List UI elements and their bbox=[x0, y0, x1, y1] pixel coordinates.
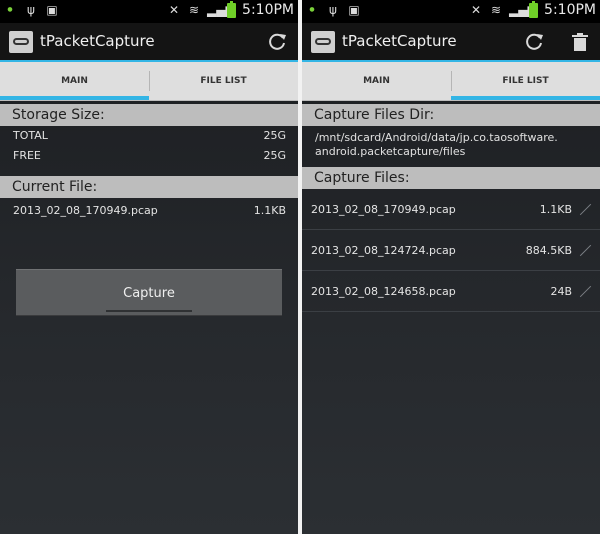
file-size: 24B bbox=[550, 284, 572, 298]
screenshot: ● ψ ▣ ✕ ≋ ▂▄▆ 5:10PM tPacketCapture MAIN bbox=[0, 0, 600, 534]
wifi-icon: ≋ bbox=[189, 3, 200, 17]
storage-row-free: FREE 25G bbox=[0, 146, 298, 166]
list-item[interactable]: 2013_02_08_124658.pcap 24B bbox=[302, 271, 600, 312]
notification-badge-icon: ● bbox=[7, 6, 13, 13]
app-title: tPacketCapture bbox=[40, 32, 155, 50]
list-corner-icon bbox=[580, 285, 592, 297]
app-logo-icon bbox=[9, 31, 33, 53]
tab-main[interactable]: MAIN bbox=[302, 62, 451, 100]
mute-icon: ✕ bbox=[471, 3, 482, 17]
storage-value: 25G bbox=[263, 149, 286, 162]
photo-icon: ▣ bbox=[348, 3, 360, 17]
storage-list: TOTAL 25G FREE 25G bbox=[0, 126, 298, 166]
signal-icon: ▂▄▆ bbox=[207, 3, 235, 17]
usb-icon: ψ bbox=[27, 3, 35, 17]
action-bar: tPacketCapture bbox=[302, 23, 600, 60]
current-file-size: 1.1KB bbox=[253, 204, 286, 217]
battery-icon bbox=[529, 0, 539, 18]
storage-size-header: Storage Size: bbox=[0, 104, 298, 126]
notification-badge-icon: ● bbox=[309, 6, 315, 13]
tab-bar: MAIN FILE LIST bbox=[0, 62, 298, 101]
tab-file-list[interactable]: FILE LIST bbox=[451, 62, 600, 100]
current-file-header: Current File: bbox=[0, 176, 298, 198]
file-name: 2013_02_08_170949.pcap bbox=[311, 202, 456, 216]
file-name: 2013_02_08_124658.pcap bbox=[311, 284, 456, 298]
list-item[interactable]: 2013_02_08_170949.pcap 1.1KB bbox=[302, 189, 600, 230]
clock: 5:10PM bbox=[544, 2, 596, 18]
storage-value: 25G bbox=[263, 129, 286, 142]
file-name: 2013_02_08_124724.pcap bbox=[311, 243, 456, 257]
capture-button-label: Capture bbox=[123, 286, 175, 301]
file-size: 1.1KB bbox=[539, 202, 572, 216]
battery-icon bbox=[227, 0, 237, 18]
tab-bar: MAIN FILE LIST bbox=[302, 62, 600, 101]
capture-button[interactable]: Capture bbox=[16, 269, 282, 316]
phone-main-screen: ● ψ ▣ ✕ ≋ ▂▄▆ 5:10PM tPacketCapture MAIN bbox=[0, 0, 298, 534]
usb-icon: ψ bbox=[329, 3, 337, 17]
signal-icon: ▂▄▆ bbox=[509, 3, 537, 17]
photo-icon: ▣ bbox=[46, 3, 58, 17]
file-size: 884.5KB bbox=[525, 243, 572, 257]
wifi-icon: ≋ bbox=[491, 3, 502, 17]
status-bar: ● ψ ▣ ✕ ≋ ▂▄▆ 5:10PM bbox=[302, 0, 600, 23]
capture-files-list: 2013_02_08_170949.pcap 1.1KB 2013_02_08_… bbox=[302, 189, 600, 312]
capture-dir-header: Capture Files Dir: bbox=[302, 104, 600, 126]
capture-files-header: Capture Files: bbox=[302, 167, 600, 189]
tab-main[interactable]: MAIN bbox=[0, 62, 149, 100]
list-corner-icon bbox=[580, 244, 592, 256]
app-title: tPacketCapture bbox=[342, 32, 457, 50]
capture-dir-path: /mnt/sdcard/Android/data/jp.co.taosoftwa… bbox=[315, 131, 558, 158]
refresh-icon[interactable] bbox=[265, 30, 289, 54]
mute-icon: ✕ bbox=[169, 3, 180, 17]
phone-file-list-screen: ● ψ ▣ ✕ ≋ ▂▄▆ 5:10PM tPacketCapture MAIN… bbox=[302, 0, 600, 534]
list-corner-icon bbox=[580, 203, 592, 215]
button-underline bbox=[106, 310, 192, 312]
current-file-name: 2013_02_08_170949.pcap bbox=[13, 204, 158, 217]
action-bar: tPacketCapture bbox=[0, 23, 298, 60]
storage-label: TOTAL bbox=[13, 129, 48, 142]
current-file-row: 2013_02_08_170949.pcap 1.1KB bbox=[0, 198, 298, 223]
storage-row-total: TOTAL 25G bbox=[0, 126, 298, 146]
list-item[interactable]: 2013_02_08_124724.pcap 884.5KB bbox=[302, 230, 600, 271]
trash-icon[interactable] bbox=[568, 30, 592, 54]
status-bar: ● ψ ▣ ✕ ≋ ▂▄▆ 5:10PM bbox=[0, 0, 298, 23]
app-logo-icon bbox=[311, 31, 335, 53]
clock: 5:10PM bbox=[242, 2, 294, 18]
refresh-icon[interactable] bbox=[522, 30, 546, 54]
tab-file-list[interactable]: FILE LIST bbox=[149, 62, 298, 100]
storage-label: FREE bbox=[13, 149, 41, 162]
